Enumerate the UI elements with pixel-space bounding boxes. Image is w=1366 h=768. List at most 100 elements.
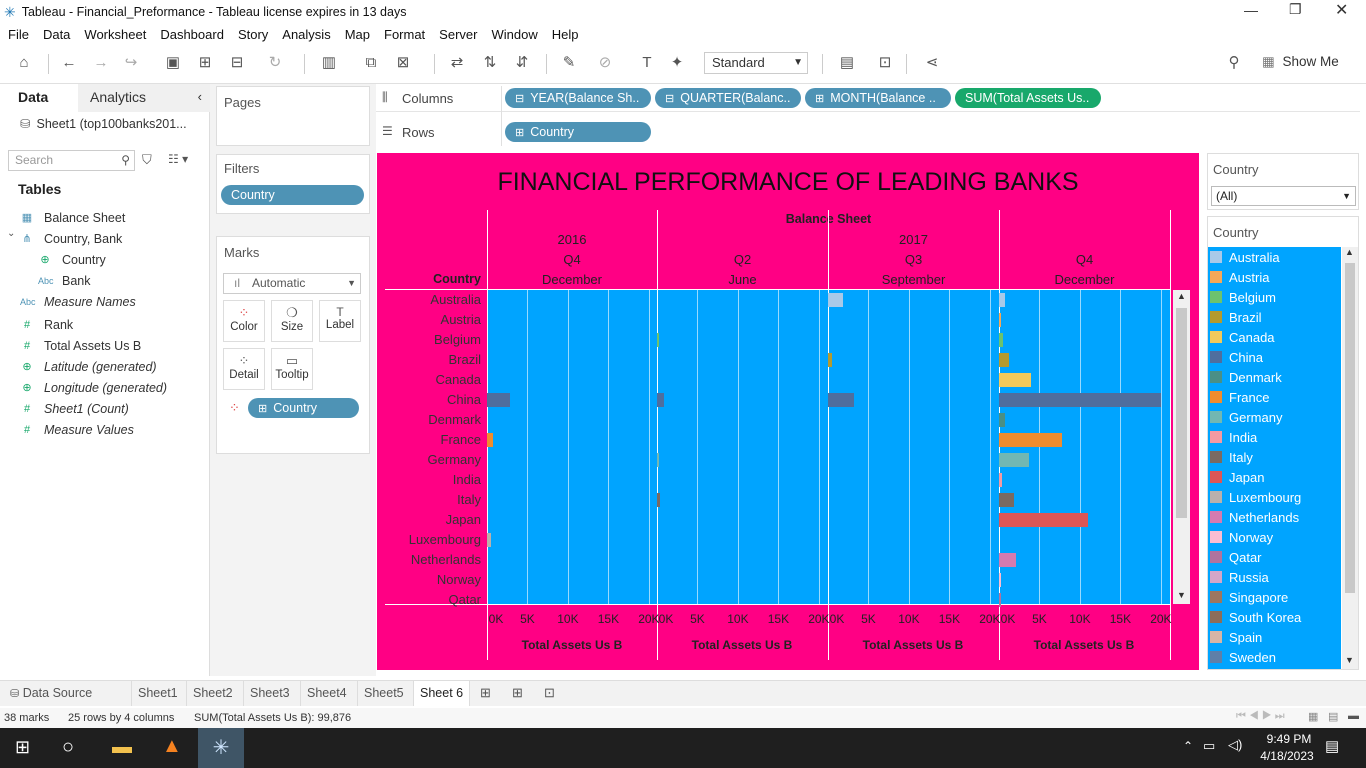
- bar[interactable]: [999, 473, 1003, 487]
- tab-analytics[interactable]: Analytics ‹: [78, 84, 210, 112]
- filters-card[interactable]: Filters: [216, 154, 370, 214]
- bar[interactable]: [999, 453, 1029, 467]
- legend-item[interactable]: India: [1210, 427, 1338, 447]
- redo-icon[interactable]: →: [90, 52, 112, 74]
- filter-fields-icon[interactable]: ⛉: [142, 152, 152, 168]
- color-pill-country[interactable]: ⊞ Country: [248, 398, 359, 418]
- legend-item[interactable]: Brazil: [1210, 307, 1338, 327]
- bar[interactable]: [999, 513, 1089, 527]
- bar[interactable]: [999, 493, 1014, 507]
- legend-item[interactable]: Germany: [1210, 407, 1338, 427]
- new-story-icon[interactable]: ⊡: [544, 685, 555, 701]
- legend-item[interactable]: Australia: [1210, 247, 1338, 267]
- menu-file[interactable]: File: [8, 27, 29, 42]
- field-item[interactable]: ⊕ Latitude (generated): [0, 356, 206, 377]
- vlc-icon[interactable]: ▲: [162, 735, 182, 758]
- file-explorer-icon[interactable]: ▬: [112, 736, 132, 759]
- bar[interactable]: [657, 393, 665, 407]
- row-pill-country[interactable]: ⊞ Country: [505, 122, 651, 142]
- close-icon[interactable]: ✕: [1335, 0, 1348, 20]
- field-item[interactable]: # Rank: [0, 314, 206, 335]
- menu-analysis[interactable]: Analysis: [282, 27, 330, 42]
- filmstrip-icon[interactable]: ▤: [1328, 710, 1338, 723]
- scroll-up-icon[interactable]: ▲: [1345, 247, 1354, 257]
- bar[interactable]: [999, 293, 1005, 307]
- duplicate-sheet-icon[interactable]: ⧉: [360, 52, 382, 74]
- legend-item[interactable]: Denmark: [1210, 367, 1338, 387]
- tab-sheet4[interactable]: Sheet4: [300, 681, 353, 706]
- legend-item[interactable]: Qatar: [1210, 547, 1338, 567]
- windows-start-icon[interactable]: ⊞: [15, 737, 30, 758]
- show-labels-icon[interactable]: T: [636, 52, 658, 74]
- minimize-icon[interactable]: —: [1244, 2, 1258, 18]
- label-button[interactable]: T Label: [319, 300, 361, 342]
- datasource-row[interactable]: ⛁ Sheet1 (top100banks201...: [20, 116, 187, 132]
- tableau-taskbar-icon[interactable]: ✳: [198, 728, 244, 768]
- color-button[interactable]: ⁘ Color: [223, 300, 265, 342]
- bar[interactable]: [999, 393, 1161, 407]
- field-item[interactable]: ⊕ Country: [0, 249, 206, 270]
- bar[interactable]: [487, 393, 511, 407]
- pages-card[interactable]: Pages: [216, 86, 370, 146]
- refresh-icon[interactable]: ↻: [264, 52, 286, 74]
- bar[interactable]: [999, 333, 1004, 347]
- field-item[interactable]: ⋔ Country, Bank: [0, 228, 206, 249]
- scroll-down-icon[interactable]: ▼: [1177, 590, 1186, 600]
- tab-sheet3[interactable]: Sheet3: [243, 681, 296, 706]
- legend-item[interactable]: Japan: [1210, 467, 1338, 487]
- tab-sheet5[interactable]: Sheet5: [357, 681, 410, 706]
- tabs-icon[interactable]: ▬: [1348, 710, 1359, 722]
- presentation-mode-icon[interactable]: ⊡: [874, 52, 896, 74]
- tab-sheet6-active[interactable]: Sheet 6: [413, 681, 471, 706]
- tab-data[interactable]: Data: [0, 84, 78, 112]
- sort-ascending-icon[interactable]: ⇅: [479, 52, 501, 74]
- field-item[interactable]: # Total Assets Us B: [0, 335, 206, 356]
- save-icon[interactable]: ▣: [162, 52, 184, 74]
- country-filter-select[interactable]: (All) ▼: [1211, 186, 1356, 206]
- legend-scrollbar[interactable]: ▲ ▼: [1342, 247, 1358, 669]
- volume-icon[interactable]: ◁): [1228, 737, 1242, 753]
- legend-item[interactable]: Luxembourg: [1210, 487, 1338, 507]
- tooltip-button[interactable]: ▭ Tooltip: [271, 348, 313, 390]
- bar[interactable]: [999, 433, 1063, 447]
- collapse-icon[interactable]: ‹: [198, 84, 202, 110]
- new-datasource-icon[interactable]: ⊞: [194, 52, 216, 74]
- bar[interactable]: [828, 293, 843, 307]
- menu-story[interactable]: Story: [238, 27, 268, 42]
- legend-item[interactable]: South Korea: [1210, 607, 1338, 627]
- scroll-up-icon[interactable]: ▲: [1177, 291, 1186, 301]
- field-item[interactable]: Abc Measure Names: [0, 291, 206, 312]
- cortana-icon[interactable]: ○: [62, 736, 74, 759]
- new-worksheet-icon[interactable]: ▥: [318, 52, 340, 74]
- new-worksheet-icon[interactable]: ⊞: [480, 685, 491, 701]
- menu-window[interactable]: Window: [491, 27, 537, 42]
- vertical-scrollbar[interactable]: ▲ ▼: [1173, 290, 1190, 604]
- tab-sheet2[interactable]: Sheet2: [186, 681, 239, 706]
- expand-chevron-icon[interactable]: ⌄: [7, 228, 15, 239]
- column-pill-year[interactable]: ⊟ YEAR(Balance Sh..: [505, 88, 651, 108]
- menu-format[interactable]: Format: [384, 27, 425, 42]
- show-cards-icon[interactable]: ▤: [836, 52, 858, 74]
- bar[interactable]: [657, 493, 661, 507]
- field-item[interactable]: # Sheet1 (Count): [0, 398, 206, 419]
- legend-item[interactable]: Belgium: [1210, 287, 1338, 307]
- bar[interactable]: [999, 413, 1005, 427]
- fit-select[interactable]: Standard ▼: [704, 52, 808, 74]
- sheet-sorter-icon[interactable]: ▦: [1308, 710, 1318, 723]
- legend-item[interactable]: Sweden: [1210, 647, 1338, 667]
- field-item[interactable]: ⊕ Longitude (generated): [0, 377, 206, 398]
- legend-item[interactable]: Norway: [1210, 527, 1338, 547]
- bar[interactable]: [999, 313, 1001, 327]
- view-options-icon[interactable]: ☷ ▾: [168, 152, 188, 166]
- field-item[interactable]: ▦ Balance Sheet: [0, 207, 206, 228]
- pause-updates-icon[interactable]: ⊟: [226, 52, 248, 74]
- restore-icon[interactable]: ❐: [1289, 1, 1302, 18]
- bar[interactable]: [999, 593, 1001, 607]
- menu-map[interactable]: Map: [345, 27, 370, 42]
- tab-sheet1[interactable]: Sheet1: [131, 681, 184, 706]
- tray-chevron-icon[interactable]: ⌃: [1183, 739, 1193, 753]
- menu-server[interactable]: Server: [439, 27, 477, 42]
- show-me-button[interactable]: ▦ Show Me: [1262, 54, 1339, 70]
- scroll-thumb[interactable]: [1345, 263, 1355, 593]
- field-item[interactable]: Abc Bank: [0, 270, 206, 291]
